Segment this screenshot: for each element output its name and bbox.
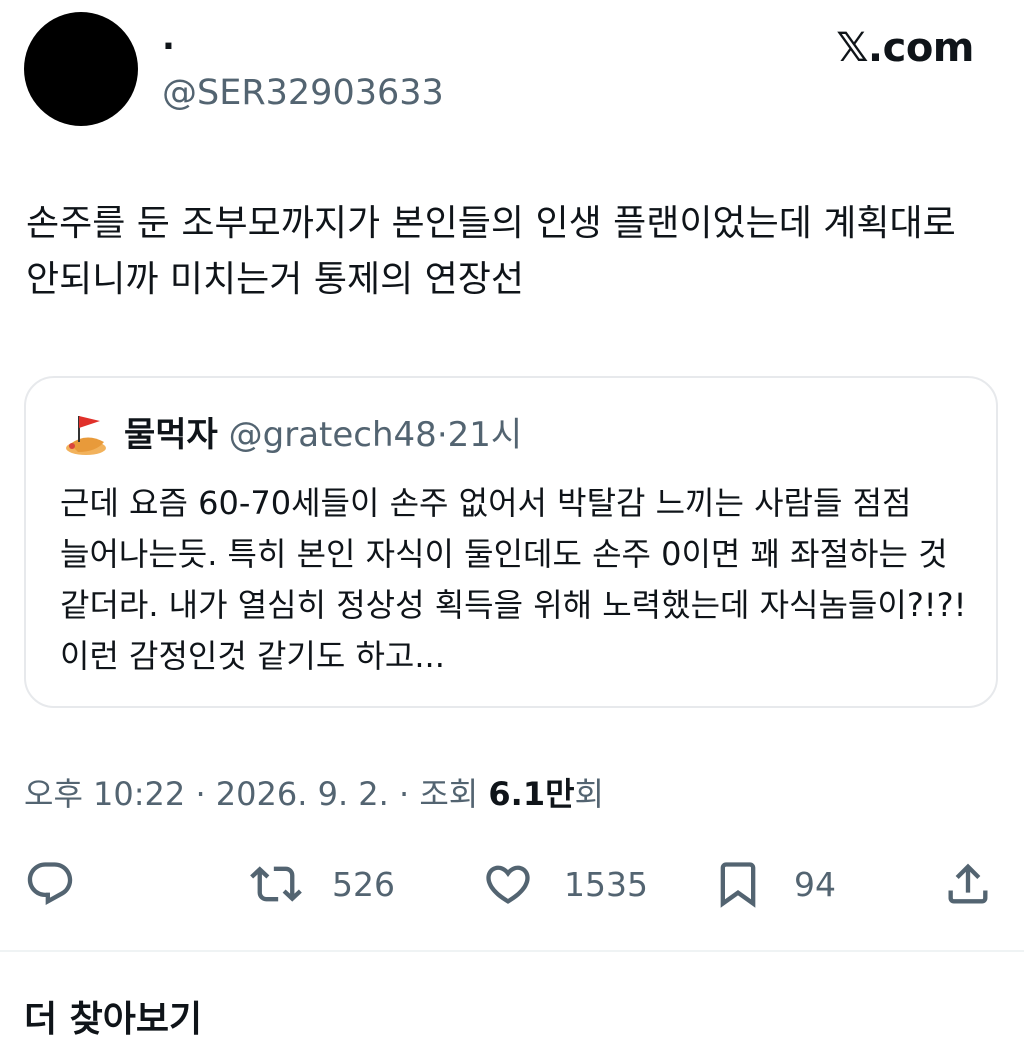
views-unit: 회	[574, 775, 604, 813]
x-logo-icon: 𝕏	[836, 25, 868, 71]
tweet-date[interactable]: 2026. 9. 2.	[216, 775, 389, 813]
retweet-button[interactable]: 526	[250, 858, 395, 910]
quoted-tweet-text: 근데 요즘 60-70세들이 손주 없어서 박탈감 느끼는 사람들 점점 늘어나…	[60, 484, 967, 675]
author-avatar[interactable]	[24, 12, 138, 126]
heart-icon	[486, 865, 530, 904]
bookmark-icon	[720, 862, 756, 908]
meta-separator: ·	[185, 775, 216, 813]
bookmark-count: 94	[794, 864, 836, 904]
author-handle[interactable]: @SER32903633	[162, 72, 444, 114]
brand-suffix: .com	[867, 25, 975, 71]
tweet-meta: 오후 10:22 · 2026. 9. 2. · 조회 6.1만회	[24, 772, 604, 816]
like-count: 1535	[564, 864, 648, 904]
explore-more-heading: 더 찾아보기	[24, 999, 203, 1040]
quoted-tweet-card[interactable]: 물먹자 @gratech48·21시 근데 요즘 60-70세들이 손주 없어서…	[24, 376, 998, 708]
reply-button[interactable]	[24, 858, 76, 910]
share-button[interactable]	[942, 858, 994, 910]
meta-separator: ·	[388, 775, 420, 813]
x-com-logo: 𝕏.com	[836, 24, 974, 72]
quoted-display-name[interactable]: 물먹자	[124, 415, 218, 455]
quoted-time[interactable]: 21시	[448, 415, 523, 455]
retweet-count: 526	[332, 864, 395, 904]
quoted-separator: ·	[436, 415, 448, 455]
retweet-icon	[250, 866, 302, 902]
share-icon	[948, 863, 988, 904]
tweet-text: 손주를 둔 조부모까지가 본인들의 인생 플랜이었는데 계획대로 안되니까 미치…	[26, 203, 956, 300]
views-label: 조회	[419, 775, 489, 813]
reply-icon	[27, 862, 73, 906]
author-display-name[interactable]: .	[162, 18, 175, 58]
tweet-time[interactable]: 오후 10:22	[24, 775, 185, 813]
bookmark-button[interactable]: 94	[712, 858, 836, 910]
views-count[interactable]: 6.1만	[488, 775, 574, 813]
quoted-tweet-header: 물먹자 @gratech48·21시	[124, 414, 522, 456]
quoted-handle[interactable]: @gratech48	[229, 415, 437, 455]
like-button[interactable]: 1535	[482, 858, 648, 910]
section-divider	[0, 950, 1024, 952]
flag-mascot-icon[interactable]	[60, 408, 112, 460]
